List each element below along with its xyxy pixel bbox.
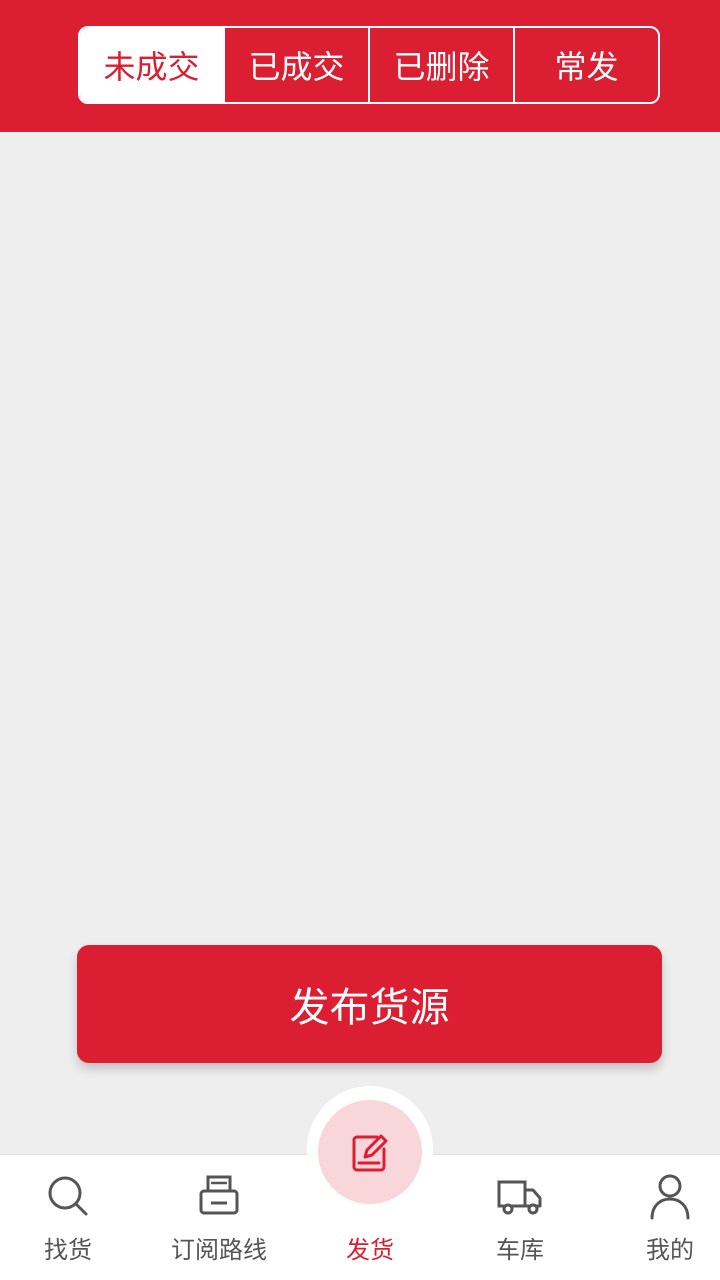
- status-segmented-control: 未成交 已成交 已删除 常发: [78, 26, 660, 104]
- truck-icon: [497, 1180, 542, 1215]
- tab-settled[interactable]: 已成交: [225, 28, 370, 102]
- tab-frequent[interactable]: 常发: [515, 28, 658, 102]
- app-root: 未成交 已成交 已删除 常发 发布货源 找货 订阅路线 发货 车库 我的: [0, 0, 720, 1280]
- tab-label: 未成交: [103, 48, 200, 86]
- edit-icon: [352, 1134, 388, 1172]
- nav-label: 车库: [496, 1236, 544, 1264]
- tab-label: 已删除: [393, 48, 490, 86]
- search-icon: [48, 1176, 88, 1216]
- publish-cargo-button[interactable]: 发布货源: [77, 945, 662, 1063]
- publish-button-label: 发布货源: [289, 985, 450, 1031]
- tab-unsettled[interactable]: 未成交: [80, 28, 225, 102]
- nav-item-ship[interactable]: 发货: [300, 1170, 440, 1270]
- nav-item-garage[interactable]: 车库: [450, 1170, 590, 1270]
- tab-label: 已成交: [248, 48, 345, 86]
- nav-item-mine[interactable]: 我的: [600, 1170, 720, 1270]
- printer-icon: [199, 1175, 239, 1215]
- user-icon: [650, 1174, 690, 1220]
- nav-label: 发货: [346, 1236, 394, 1264]
- nav-item-subscribe-route[interactable]: 订阅路线: [149, 1170, 289, 1270]
- nav-label: 订阅路线: [171, 1236, 267, 1264]
- nav-label: 我的: [646, 1236, 694, 1264]
- tab-label: 常发: [554, 48, 619, 86]
- nav-label: 找货: [44, 1236, 92, 1264]
- tab-deleted[interactable]: 已删除: [370, 28, 515, 102]
- nav-item-find-cargo[interactable]: 找货: [0, 1170, 138, 1270]
- header-bar: 未成交 已成交 已删除 常发: [0, 0, 720, 132]
